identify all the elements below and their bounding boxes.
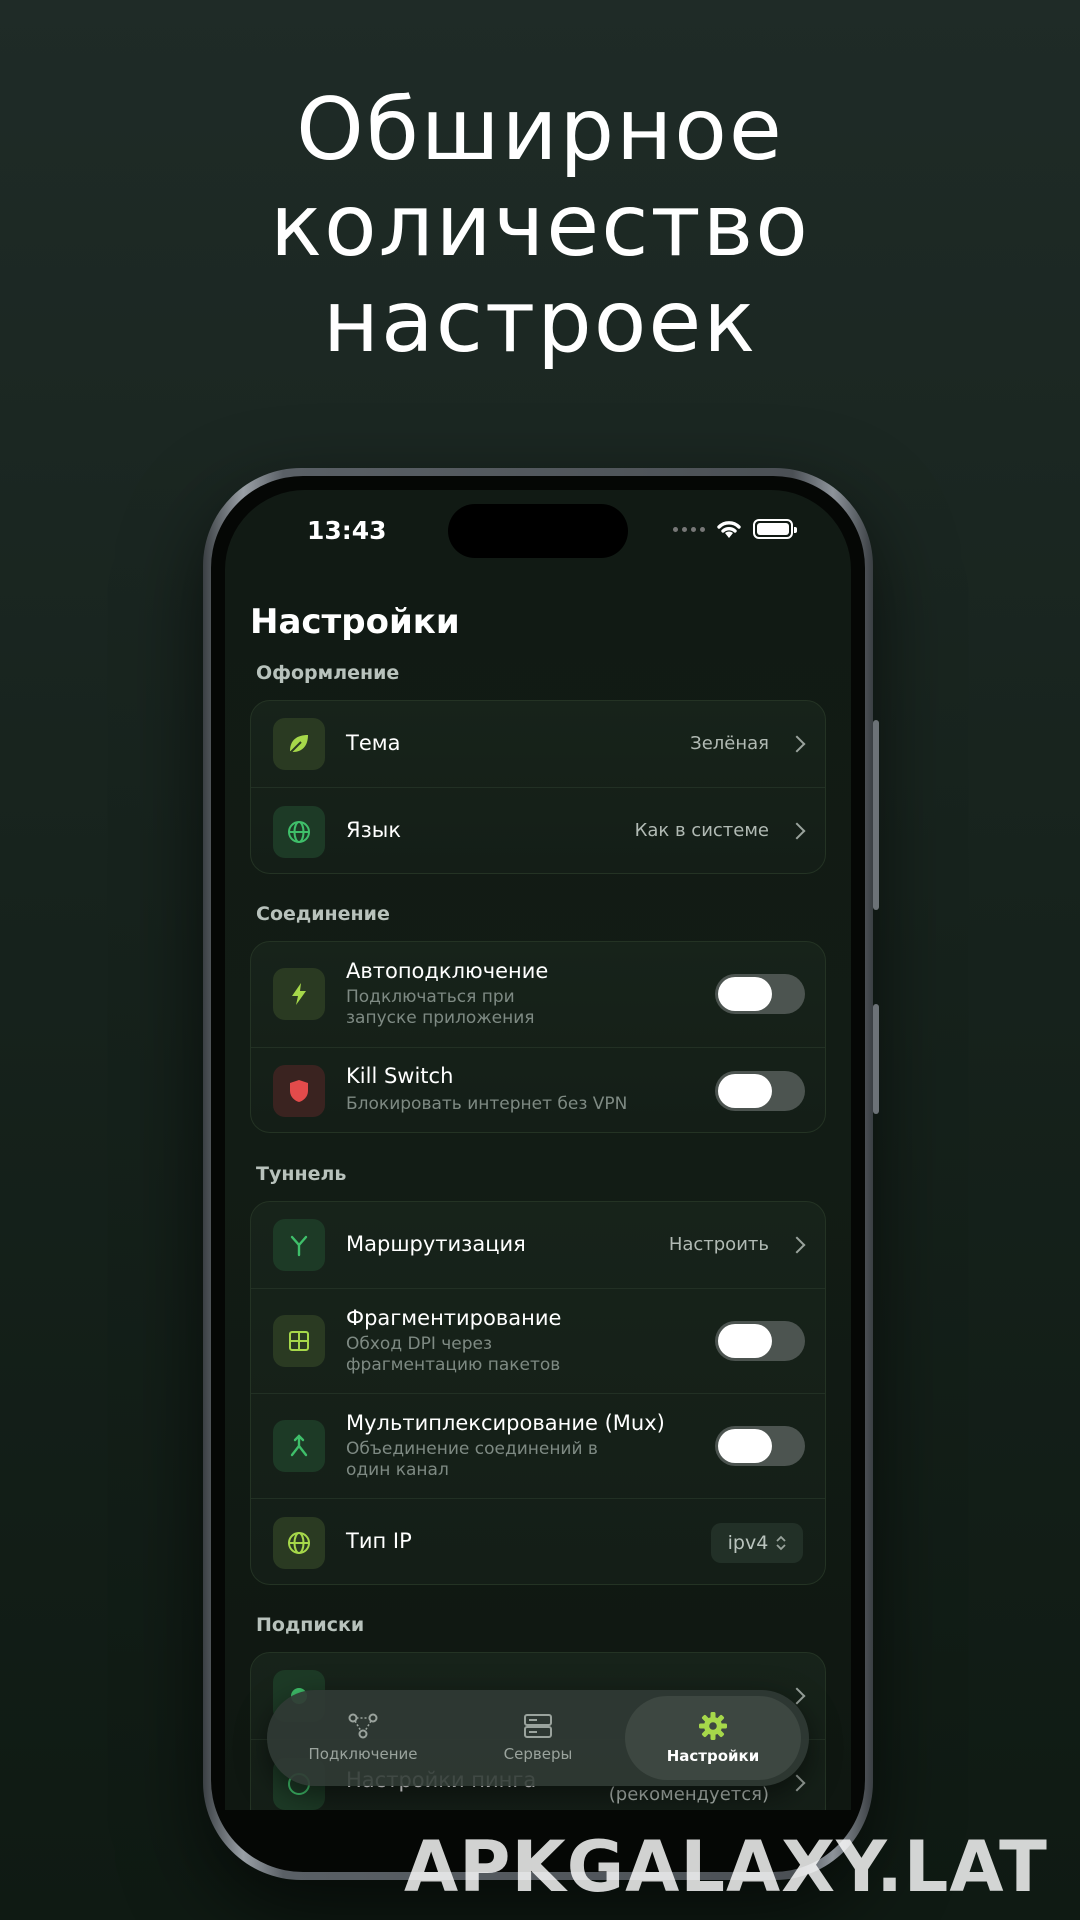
volume-button <box>873 720 879 910</box>
tunnel-card: Маршрутизация Настроить Фрагментирование… <box>250 1201 826 1585</box>
mux-title: Мультиплексирование (Mux) <box>346 1411 665 1435</box>
mux-subtitle: Объединение соединений в один канал <box>346 1439 598 1480</box>
tab-bar: Подключение Серверы Настройки <box>267 1690 809 1786</box>
section-label-subscriptions: Подписки <box>256 1614 365 1636</box>
killswitch-subtitle: Блокировать интернет без VPN <box>346 1094 628 1114</box>
status-icons <box>673 518 797 540</box>
tab-connection[interactable]: Подключение <box>275 1690 451 1786</box>
ip-type-picker[interactable]: ipv4 <box>711 1523 803 1563</box>
page-title: Настройки <box>250 602 460 642</box>
killswitch-row: Kill Switch Блокировать интернет без VPN <box>251 1047 825 1132</box>
updown-chevron-icon <box>776 1535 786 1551</box>
tab-connection-label: Подключение <box>308 1745 418 1763</box>
section-label-appearance: Оформление <box>256 662 400 684</box>
nodes-icon <box>348 1713 378 1739</box>
gear-icon <box>699 1712 727 1740</box>
globe-icon <box>273 1517 325 1569</box>
section-label-tunnel: Туннель <box>256 1163 347 1185</box>
language-row[interactable]: Язык Как в системе <box>251 787 825 873</box>
ping-value: (рекомендуется) <box>608 1784 769 1805</box>
globe-icon <box>273 806 325 858</box>
fragmentation-toggle[interactable] <box>715 1321 805 1361</box>
autoconnect-row: Автоподключение Подключаться при запуске… <box>251 942 825 1047</box>
chevron-right-icon <box>788 735 806 753</box>
signal-icon <box>673 526 705 532</box>
bolt-icon <box>273 968 325 1020</box>
fragmentation-title: Фрагментирование <box>346 1306 562 1330</box>
chevron-right-icon <box>788 822 806 840</box>
autoconnect-toggle[interactable] <box>715 974 805 1014</box>
language-value: Как в системе <box>634 820 769 841</box>
killswitch-toggle[interactable] <box>715 1071 805 1111</box>
chevron-right-icon <box>788 1774 806 1792</box>
appearance-card: Тема Зелёная Язык Как в системе <box>250 700 826 874</box>
mux-row: Мультиплексирование (Mux) Объединение со… <box>251 1393 825 1498</box>
shield-icon <box>273 1065 325 1117</box>
servers-icon <box>524 1714 552 1738</box>
headline-line-2: количество <box>270 176 810 276</box>
headline-line-1: Обширное <box>296 80 784 180</box>
leaf-icon <box>273 718 325 770</box>
autoconnect-subtitle: Подключаться при запуске приложения <box>346 987 535 1028</box>
grid-icon <box>273 1315 325 1367</box>
tab-settings[interactable]: Настройки <box>625 1696 801 1780</box>
headline: Обширное количество настроек <box>0 82 1080 370</box>
merge-icon <box>273 1420 325 1472</box>
theme-title: Тема <box>346 731 401 755</box>
ip-type-value: ipv4 <box>727 1532 769 1554</box>
power-button <box>873 1004 879 1114</box>
wifi-icon <box>717 521 741 538</box>
autoconnect-title: Автоподключение <box>346 959 549 983</box>
killswitch-title: Kill Switch <box>346 1064 454 1088</box>
chevron-right-icon <box>788 1236 806 1254</box>
section-label-connection: Соединение <box>256 903 390 925</box>
tab-settings-label: Настройки <box>666 1747 760 1765</box>
routing-value: Настроить <box>668 1234 769 1255</box>
tab-servers-label: Серверы <box>503 1745 573 1763</box>
fragmentation-subtitle: Обход DPI через фрагментацию пакетов <box>346 1334 561 1375</box>
ip-type-row: Тип IP ipv4 <box>251 1498 825 1584</box>
routing-row[interactable]: Маршрутизация Настроить <box>251 1202 825 1288</box>
theme-value: Зелёная <box>690 733 769 754</box>
battery-icon <box>753 519 797 539</box>
routing-title: Маршрутизация <box>346 1232 526 1256</box>
headline-line-3: настроек <box>322 272 758 372</box>
phone-screen: 13:43 Настройки Оформление Тема Зелёная … <box>225 490 851 1810</box>
watermark: APKGALAXY.LAT <box>404 1826 1048 1908</box>
dynamic-island <box>448 504 628 558</box>
connection-card: Автоподключение Подключаться при запуске… <box>250 941 826 1133</box>
fragmentation-row: Фрагментирование Обход DPI через фрагмен… <box>251 1288 825 1393</box>
tab-servers[interactable]: Серверы <box>450 1690 626 1786</box>
ip-type-title: Тип IP <box>346 1529 412 1553</box>
split-route-icon <box>273 1219 325 1271</box>
mux-toggle[interactable] <box>715 1426 805 1466</box>
language-title: Язык <box>346 818 402 842</box>
status-time: 13:43 <box>307 516 387 545</box>
theme-row[interactable]: Тема Зелёная <box>251 701 825 787</box>
